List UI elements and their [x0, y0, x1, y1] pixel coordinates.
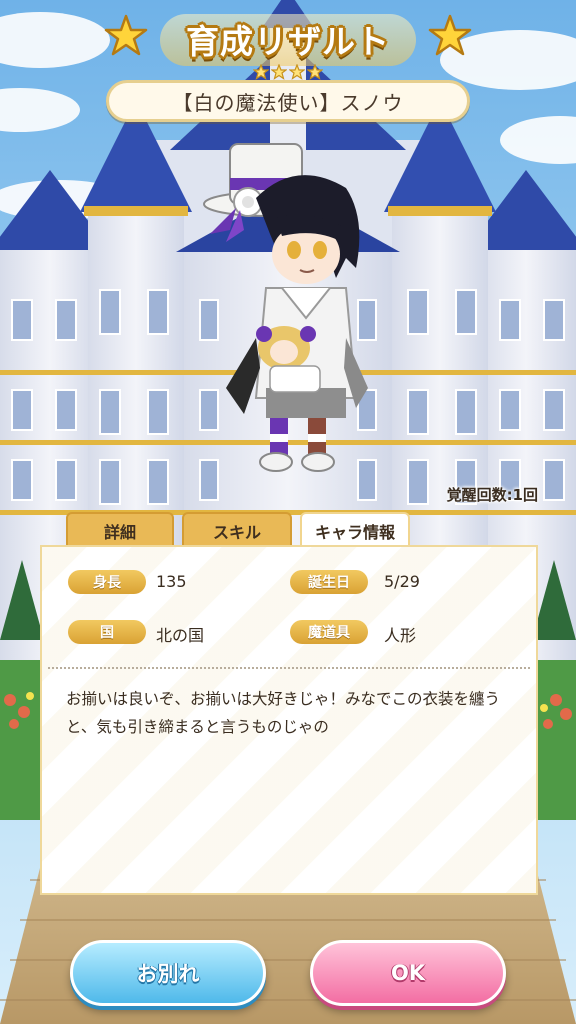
awakening-count: 覚醒回数:1回: [446, 486, 538, 504]
country-value: 北の国: [156, 626, 205, 645]
character-sprite: [203, 143, 368, 472]
birthday-value: 5/29: [384, 572, 420, 591]
star-icon: [104, 14, 148, 56]
star-icon: [428, 14, 472, 56]
divider: [48, 667, 530, 669]
farewell-button[interactable]: お別れ: [70, 940, 266, 1006]
magic-tool-label: 魔道具: [290, 620, 368, 644]
character-description: お揃いは良いぞ、お揃いは大好きじゃ！みなでこの衣装を纏うと、気も引き締まると言う…: [66, 690, 501, 736]
rarity-star-icon: [289, 64, 305, 80]
ok-button-label: OK: [390, 961, 426, 985]
character-name-plate: 【白の魔法使い】スノウ: [106, 80, 470, 122]
magic-tool-value: 人形: [384, 626, 417, 645]
rarity-star-icon: [307, 64, 323, 80]
country-label: 国: [68, 620, 146, 644]
farewell-button-label: お別れ: [136, 962, 200, 986]
page-title: 育成リザルト: [186, 22, 390, 61]
tab-skills[interactable]: スキル: [182, 512, 292, 547]
ok-button[interactable]: OK: [310, 940, 506, 1006]
rarity-star-icon: [253, 64, 269, 80]
tab-details[interactable]: 詳細: [66, 512, 174, 547]
birthday-label: 誕生日: [290, 570, 368, 594]
tab-label: スキル: [212, 522, 261, 542]
title-banner: 育成リザルト: [160, 8, 416, 70]
tab-character-info[interactable]: キャラ情報: [300, 512, 410, 547]
height-label: 身長: [68, 570, 146, 594]
tab-label: キャラ情報: [314, 522, 395, 542]
rarity-star-icon: [271, 64, 287, 80]
tab-label: 詳細: [103, 522, 136, 542]
height-value: 135: [156, 572, 187, 591]
character-name: 【白の魔法使い】スノウ: [172, 90, 404, 115]
character-info-panel: 身長 135 誕生日 5/29 国 北の国 魔道具 人形 お揃いは良いぞ、お揃い…: [40, 545, 538, 895]
